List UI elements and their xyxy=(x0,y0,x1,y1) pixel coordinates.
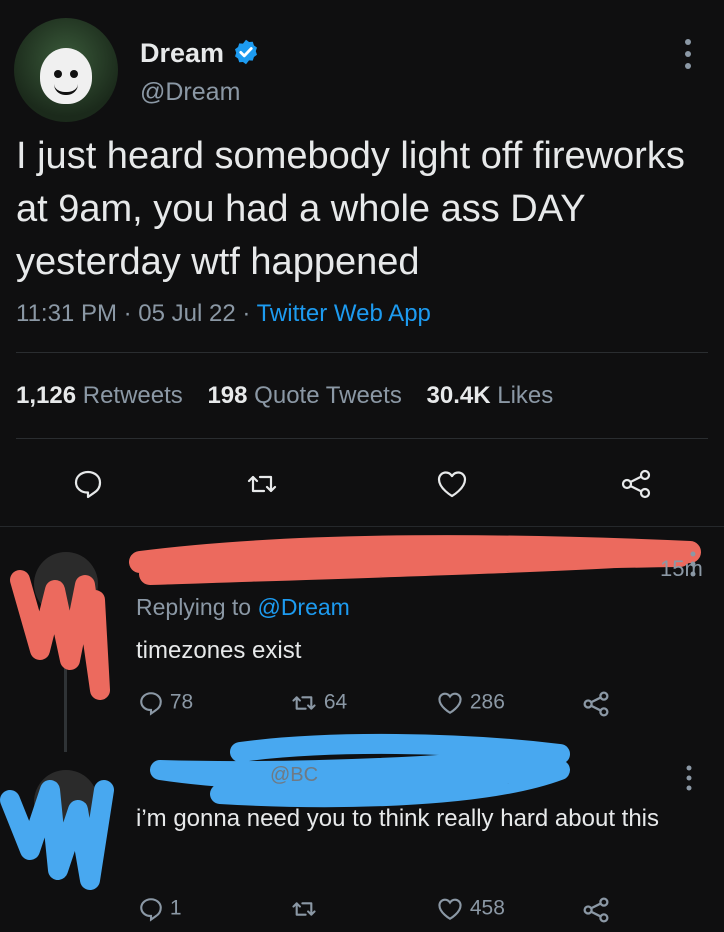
display-name[interactable]: Dream xyxy=(140,38,224,69)
quotes-stat[interactable]: 198 Quote Tweets xyxy=(207,382,401,409)
more-options-icon[interactable] xyxy=(688,550,698,580)
redaction-scribble xyxy=(10,535,701,700)
share-icon[interactable] xyxy=(620,468,652,500)
more-options-icon[interactable] xyxy=(684,764,694,794)
replying-to: Replying to @Dream xyxy=(136,594,350,621)
like-icon xyxy=(438,898,462,920)
reply-handle-fragment: @BC xyxy=(270,764,319,786)
tweet-timestamp[interactable]: 11:31 PM · 05 Jul 22 · xyxy=(16,300,257,327)
likes-count: 30.4K xyxy=(426,382,491,409)
retweets-label: Retweets xyxy=(82,382,183,409)
share-icon[interactable] xyxy=(582,896,610,924)
like-count: 458 xyxy=(469,896,505,920)
divider xyxy=(16,438,708,439)
reply-button[interactable]: 78 xyxy=(138,690,193,716)
divider xyxy=(16,352,708,353)
reply-text: i’m gonna need you to think really hard … xyxy=(136,805,659,832)
share-icon[interactable] xyxy=(582,690,610,718)
avatar-face xyxy=(40,48,92,104)
avatar-eye xyxy=(54,70,62,78)
quotes-label: Quote Tweets xyxy=(254,382,402,409)
reply-count: 1 xyxy=(169,896,182,920)
reply-text: timezones exist xyxy=(136,637,302,664)
more-options-icon[interactable] xyxy=(680,36,696,72)
retweet-count: 64 xyxy=(323,690,348,714)
reply-icon xyxy=(140,692,162,716)
retweets-stat[interactable]: 1,126 Retweets xyxy=(16,382,183,409)
like-button[interactable]: 286 xyxy=(436,690,505,716)
avatar-eye xyxy=(70,70,78,78)
reply-icon[interactable] xyxy=(72,468,104,500)
retweet-icon xyxy=(292,696,316,710)
tweet-text: I just heard somebody light off firework… xyxy=(16,135,685,283)
like-icon[interactable] xyxy=(436,468,468,500)
likes-label: Likes xyxy=(497,382,554,409)
tweet-meta: 11:31 PM · 05 Jul 22 · Twitter Web App xyxy=(16,300,431,328)
username[interactable]: @Dream xyxy=(140,78,240,107)
like-button[interactable]: 458 xyxy=(436,896,505,922)
retweet-icon[interactable] xyxy=(246,468,278,500)
avatar-mouth xyxy=(54,84,78,95)
likes-stat[interactable]: 30.4K Likes xyxy=(427,382,554,409)
like-icon xyxy=(438,692,462,714)
reply-count: 78 xyxy=(169,690,194,714)
tweet-source-link[interactable]: Twitter Web App xyxy=(257,300,431,327)
divider xyxy=(0,526,724,527)
replying-to-prefix: Replying to xyxy=(136,594,258,620)
reply-button[interactable]: 1 xyxy=(138,896,182,922)
replying-to-mention[interactable]: @Dream xyxy=(257,594,349,620)
quotes-count: 198 xyxy=(207,382,248,409)
avatar[interactable] xyxy=(14,18,118,122)
retweet-button[interactable]: 64 xyxy=(290,690,347,716)
verified-badge-icon xyxy=(235,39,257,65)
tweet-stats: 1,126 Retweets 198 Quote Tweets 30.4K Li… xyxy=(16,382,571,410)
retweet-icon[interactable] xyxy=(290,896,318,922)
retweets-count: 1,126 xyxy=(16,382,77,409)
like-count: 286 xyxy=(469,690,505,714)
reply-icon xyxy=(140,898,162,922)
